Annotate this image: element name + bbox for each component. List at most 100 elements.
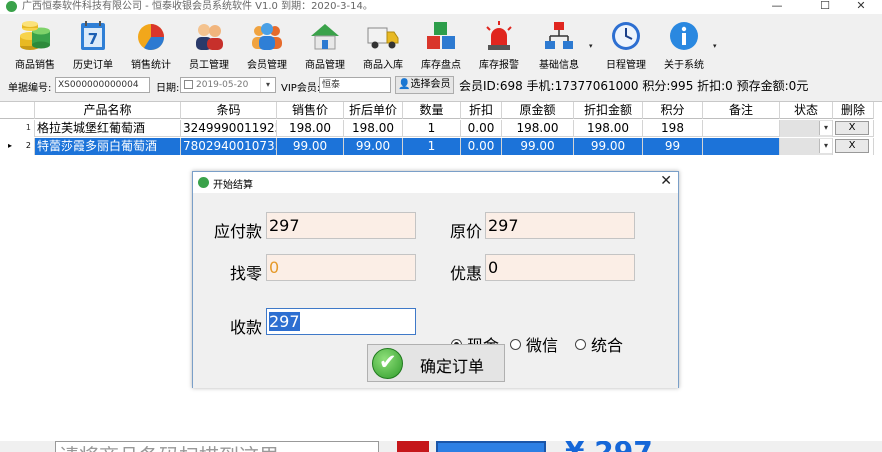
toolbar-inventory-check-button[interactable]: 库存盘点 [412,19,470,75]
toolbar-label: 商品入库 [363,60,403,71]
delete-row-button[interactable]: X [835,121,869,135]
toolbar-members-button[interactable]: 会员管理 [238,19,296,75]
discount-label: 优惠 [450,264,483,283]
calendar-dropdown-icon[interactable]: ▾ [260,78,275,92]
received-amount-input[interactable]: 297 [266,308,416,335]
toolbar-products-button[interactable]: 商品管理 [296,19,354,75]
toolbar-history-orders-button[interactable]: 7 历史订单 [64,19,122,75]
cell-discounted-price[interactable]: 198.00 [344,120,403,137]
original-price-label: 原价 [450,222,483,241]
date-picker[interactable]: 2019-05-20 ▾ [180,77,276,93]
red-action-button[interactable] [397,441,429,452]
cell-note[interactable] [703,120,780,137]
date-label: 日期: [156,83,180,94]
members-icon [252,23,282,50]
chevron-down-icon[interactable]: ▾ [713,42,717,50]
row-number[interactable]: 1 [0,120,35,137]
original-price-field[interactable]: 297 [485,212,635,239]
row-number[interactable]: ▸ 2 [0,138,35,155]
cell-product-name[interactable]: 特蕾莎霞多丽白葡萄酒 [35,138,181,155]
cell-original-amount[interactable]: 198.00 [502,120,574,137]
cell-delete: X [833,120,874,137]
received-amount-value: 297 [269,312,300,331]
column-header[interactable]: 积分 [643,102,703,119]
table-row[interactable]: 1 格拉芙城堡红葡萄酒 3249990011925 198.00 198.00 … [0,120,874,137]
column-header[interactable]: 条码 [181,102,277,119]
cell-original-amount[interactable]: 99.00 [502,138,574,155]
radio-unselected-icon [575,339,586,350]
column-header[interactable]: 备注 [703,102,780,119]
payment-method-label: 统合 [591,336,624,355]
cell-quantity[interactable]: 1 [403,138,461,155]
toolbar-label: 销售统计 [131,60,171,71]
column-header[interactable]: 折扣 [461,102,502,119]
delete-row-button[interactable]: X [835,139,869,153]
chevron-down-icon[interactable]: ▾ [589,42,593,50]
toolbar-label: 日程管理 [606,60,646,71]
cell-discount[interactable]: 0.00 [461,120,502,137]
chevron-down-icon[interactable]: ▾ [819,139,832,153]
change-field[interactable]: 0 [266,254,416,281]
maximize-button[interactable]: ☐ [810,0,840,14]
cell-points[interactable]: 198 [643,120,703,137]
checkout-dialog: 开始结算 ✕ 应付款 297 原价 297 找零 0 优惠 0 收款 297 现… [192,171,679,388]
toolbar-label: 历史订单 [73,60,113,71]
cell-note[interactable] [703,138,780,155]
cell-barcode[interactable]: 3249990011925 [181,120,277,137]
column-header[interactable]: 折扣金额 [574,102,643,119]
chevron-down-icon[interactable]: ▾ [819,121,832,135]
cell-discount-amount[interactable]: 99.00 [574,138,643,155]
barcode-scan-input[interactable]: 请将商品条码扫描到这里 [55,441,379,452]
toolbar-stock-alarm-button[interactable]: 库存报警 [470,19,528,75]
table-row-selected[interactable]: ▸ 2 特蕾莎霞多丽白葡萄酒 7802940010735 99.00 99.00 … [0,138,874,155]
info-icon [670,22,698,50]
row-number-value: 2 [25,141,31,150]
toolbar-about-button[interactable]: 关于系统 [655,19,713,75]
column-header[interactable]: 数量 [403,102,461,119]
toolbar-schedule-button[interactable]: 日程管理 [597,19,655,75]
toolbar-sales-button[interactable]: 商品销售 [6,19,64,75]
column-header[interactable]: 状态 [780,102,833,119]
cell-discounted-price[interactable]: 99.00 [344,138,403,155]
confirm-order-label: 确定订单 [420,357,485,376]
cell-status-dropdown[interactable]: ▾ [780,120,833,137]
toolbar-sales-stats-button[interactable]: 销售统计 [122,19,180,75]
toolbar-staff-button[interactable]: 员工管理 [180,19,238,75]
close-window-button[interactable]: ✕ [846,0,876,14]
payment-wechat-radio[interactable]: 微信 [510,332,558,356]
toolbar-stock-in-button[interactable]: 商品入库 [354,19,412,75]
blue-action-button[interactable] [436,441,546,452]
cell-discount[interactable]: 0.00 [461,138,502,155]
dialog-title: 开始结算 [213,180,253,191]
cell-price[interactable]: 198.00 [277,120,344,137]
confirm-order-button[interactable]: 确定订单 [367,344,505,382]
order-no-field[interactable]: XS000000000004 [55,77,150,93]
select-member-label: 选择会员 [410,79,451,90]
column-header[interactable]: 删除 [833,102,874,119]
toolbar-basic-info-button[interactable]: 基础信息 [530,19,588,75]
column-header[interactable]: 产品名称 [35,102,181,119]
app-logo-icon [198,177,209,188]
column-header[interactable]: 销售价 [277,102,344,119]
vip-member-field[interactable]: 恒泰 [319,77,391,93]
toolbar-label: 关于系统 [664,60,704,71]
cell-price[interactable]: 99.00 [277,138,344,155]
payable-field[interactable]: 297 [266,212,416,239]
date-value: 2019-05-20 [196,80,249,90]
date-checkbox[interactable] [184,80,193,89]
column-header[interactable]: 原金额 [502,102,574,119]
cell-points[interactable]: 99 [643,138,703,155]
cell-status-dropdown[interactable]: ▾ [780,138,833,155]
discount-field[interactable]: 0 [485,254,635,281]
row-header-corner [0,102,35,119]
cell-product-name[interactable]: 格拉芙城堡红葡萄酒 [35,120,181,137]
cell-quantity[interactable]: 1 [403,120,461,137]
payment-combined-radio[interactable]: 统合 [575,332,623,356]
toolbar-label: 商品销售 [15,60,55,71]
column-header[interactable]: 折后单价 [344,102,403,119]
select-member-button[interactable]: 👤选择会员 [395,76,455,94]
cell-discount-amount[interactable]: 198.00 [574,120,643,137]
minimize-button[interactable]: — [762,0,792,14]
dialog-close-button[interactable]: ✕ [660,173,672,189]
cell-barcode[interactable]: 7802940010735 [181,138,277,155]
